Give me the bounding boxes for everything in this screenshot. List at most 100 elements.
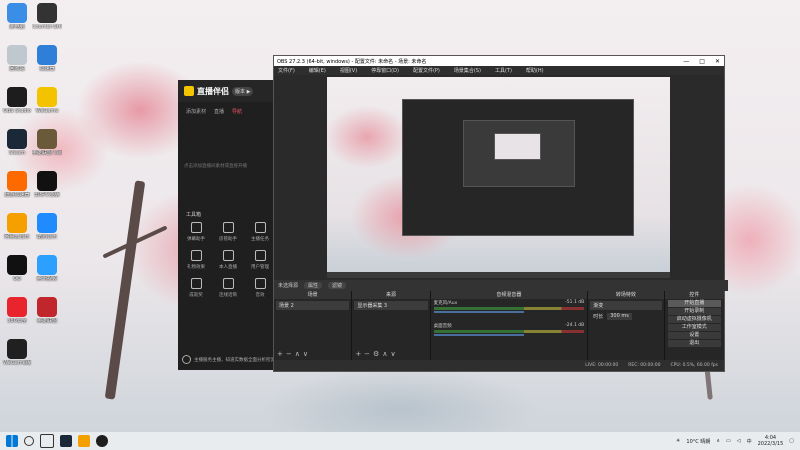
desktop-icon[interactable]: 此电脑 bbox=[2, 3, 32, 30]
ime-indicator[interactable]: 中 bbox=[747, 438, 752, 445]
tool-danmu[interactable]: 弹幕助手 bbox=[180, 222, 212, 242]
scene-controls[interactable]: +−∧∨ bbox=[277, 350, 311, 358]
tool-gift[interactable]: 礼物效果 bbox=[180, 250, 212, 270]
app-icon bbox=[37, 87, 57, 107]
menu-view[interactable]: 视图(V) bbox=[340, 67, 357, 74]
desktop-icon[interactable]: OBS Studio bbox=[2, 87, 32, 114]
desktop-icon[interactable]: 加速器 bbox=[32, 45, 62, 72]
search-icon[interactable] bbox=[24, 436, 34, 446]
obs-titlebar: OBS 27.2.3 (64-bit, windows) - 配置文件: 未命名… bbox=[274, 56, 724, 66]
tool-link-mic[interactable]: 连线话筒 bbox=[212, 278, 244, 298]
transitions-title: 转场特效 bbox=[588, 291, 664, 299]
desktop-icon[interactable]: 腾讯视频 bbox=[32, 255, 62, 282]
network-icon[interactable]: ▭ bbox=[726, 438, 731, 444]
settings-button[interactable]: 设置 bbox=[667, 332, 722, 339]
start-recording-button[interactable]: 开始录制 bbox=[667, 308, 722, 315]
desktop-icon-label: 迅游加速器 bbox=[4, 192, 30, 198]
notification-icon[interactable]: ▢ bbox=[789, 438, 794, 444]
menu-scene-collection[interactable]: 场景集合(S) bbox=[454, 67, 481, 74]
menu-help[interactable]: 帮助(H) bbox=[526, 67, 544, 74]
desktop-icon[interactable]: 360安全 bbox=[2, 297, 32, 324]
app-icon bbox=[7, 3, 27, 23]
weather-icon: ☀ bbox=[675, 438, 681, 444]
desktop-icon[interactable]: WeGame版 bbox=[2, 339, 32, 366]
desktop-icon[interactable]: Steam bbox=[2, 129, 32, 156]
desktop-icon[interactable]: Counter-Strike bbox=[32, 3, 62, 30]
filters-button[interactable]: 滤镜 bbox=[328, 282, 347, 289]
zhibo-empty-text: 点击添加直播间素材或直接开播 bbox=[184, 164, 247, 169]
tab-nav[interactable]: 导航 bbox=[232, 108, 242, 115]
close-button[interactable]: ✕ bbox=[715, 58, 720, 65]
tool-room-admin[interactable]: 房管助手 bbox=[212, 222, 244, 242]
source-controls[interactable]: +−⚙∧∨ bbox=[355, 350, 398, 358]
desktop-icon[interactable]: QQ bbox=[2, 255, 32, 282]
menu-tools[interactable]: 工具(T) bbox=[495, 67, 512, 74]
clock[interactable]: 4:04 2022/3/15 bbox=[758, 435, 784, 447]
desktop-icon[interactable]: 剪映专业版 bbox=[32, 171, 62, 198]
channel-db: -51.1 dB bbox=[565, 300, 585, 305]
desktop-icon[interactable]: 回收站 bbox=[2, 45, 32, 72]
virtual-camera-button[interactable]: 启动虚拟摄像机 bbox=[667, 316, 722, 323]
duration-input[interactable]: 300 ms bbox=[607, 313, 632, 320]
volume-icon[interactable]: ◁ bbox=[737, 438, 741, 444]
start-icon[interactable] bbox=[6, 435, 18, 447]
rec-status: REC: 00:00:00 bbox=[628, 363, 661, 368]
desktop-icon[interactable]: 迅游加速器 bbox=[2, 171, 32, 198]
menu-docks[interactable]: 停靠窗口(D) bbox=[371, 67, 399, 74]
volume-slider[interactable] bbox=[433, 334, 524, 336]
mixer-dock: 音频混音器 麦克风/Aux -51.1 dB 桌面音频 -24.1 dB bbox=[430, 291, 589, 360]
minimize-button[interactable]: — bbox=[683, 58, 689, 65]
tool-user-mgmt[interactable]: 用户管理 bbox=[244, 250, 276, 270]
tool-tasks[interactable]: 主播任务 bbox=[244, 222, 276, 242]
steam-taskbar-icon[interactable] bbox=[60, 435, 72, 447]
zhibo-footer: 主播服务主播，知道实数据全面分析检测 bbox=[178, 355, 278, 364]
chevron-up-icon[interactable]: ∧ bbox=[716, 438, 720, 444]
properties-button[interactable]: 属性 bbox=[304, 282, 323, 289]
tool-achievement[interactable]: 成就奖 bbox=[180, 278, 212, 298]
desktop-icon-label: 酷狗音乐 bbox=[36, 234, 57, 240]
mixer-channel-desktop: 桌面音频 -24.1 dB bbox=[431, 322, 588, 337]
tool-sound[interactable]: 音效 bbox=[244, 278, 276, 298]
maximize-button[interactable]: □ bbox=[699, 58, 705, 65]
zhibo-footer-text: 主播服务主播，知道实数据全面分析检测 bbox=[194, 357, 275, 363]
tool-self-live[interactable]: 本人直播 bbox=[212, 250, 244, 270]
start-streaming-button[interactable]: 开始直播 bbox=[667, 300, 722, 307]
transitions-dock: 转场特效 渐变 时长 300 ms bbox=[588, 291, 665, 360]
zhibo-taskbar-icon[interactable] bbox=[78, 435, 90, 447]
transition-select[interactable]: 渐变 bbox=[590, 301, 662, 310]
scene-item[interactable]: 场景 2 bbox=[276, 301, 350, 310]
desktop-icon[interactable]: 网易云音乐 bbox=[2, 213, 32, 240]
tab-materials[interactable]: 添加素材 bbox=[186, 108, 206, 115]
volume-meter bbox=[433, 330, 585, 333]
menu-edit[interactable]: 编辑(E) bbox=[309, 67, 326, 74]
desktop-icon-label: Counter-Strike bbox=[32, 24, 62, 30]
scenes-dock: 场景 场景 2 +−∧∨ bbox=[274, 291, 353, 360]
weather-text[interactable]: 10°C 晴朗 bbox=[686, 438, 710, 445]
desktop-icon[interactable]: WeGame bbox=[32, 87, 62, 114]
duration-row: 时长 300 ms bbox=[590, 312, 661, 321]
tree-trunk bbox=[104, 180, 146, 400]
desktop-icon-label: Steam bbox=[8, 150, 26, 156]
menu-profile[interactable]: 配置文件(P) bbox=[413, 67, 440, 74]
desktop-icon[interactable]: 英雄联盟 WeGame版 bbox=[32, 129, 62, 156]
desktop-icon[interactable]: 英雄联盟 bbox=[32, 297, 62, 324]
obs-taskbar-icon[interactable] bbox=[96, 435, 108, 447]
exit-button[interactable]: 退出 bbox=[667, 340, 722, 347]
tab-live[interactable]: 直播 bbox=[214, 108, 224, 115]
obs-statusbar: LIVE: 00:00:00 REC: 00:00:00 CPU: 0.5%, … bbox=[274, 360, 724, 371]
studio-mode-button[interactable]: 工作室模式 bbox=[667, 324, 722, 331]
app-icon bbox=[7, 129, 27, 149]
source-item[interactable]: 显示器采集 3 bbox=[354, 301, 428, 310]
menu-file[interactable]: 文件(F) bbox=[278, 67, 295, 74]
app-icon bbox=[7, 45, 27, 65]
desktop-icon-label: 腾讯视频 bbox=[36, 276, 57, 282]
obs-preview-canvas[interactable] bbox=[327, 77, 670, 272]
version-pill[interactable]: 版本 ▶ bbox=[232, 86, 254, 96]
app-icon bbox=[37, 171, 57, 191]
live-status: LIVE: 00:00:00 bbox=[585, 363, 619, 368]
taskbar: ☀ 10°C 晴朗 ∧ ▭ ◁ 中 4:04 2022/3/15 ▢ bbox=[0, 432, 800, 450]
mixer-channel-mic: 麦克风/Aux -51.1 dB bbox=[431, 299, 588, 314]
task-view-icon[interactable] bbox=[40, 434, 54, 448]
desktop-icon[interactable]: 酷狗音乐 bbox=[32, 213, 62, 240]
volume-slider[interactable] bbox=[433, 311, 524, 313]
